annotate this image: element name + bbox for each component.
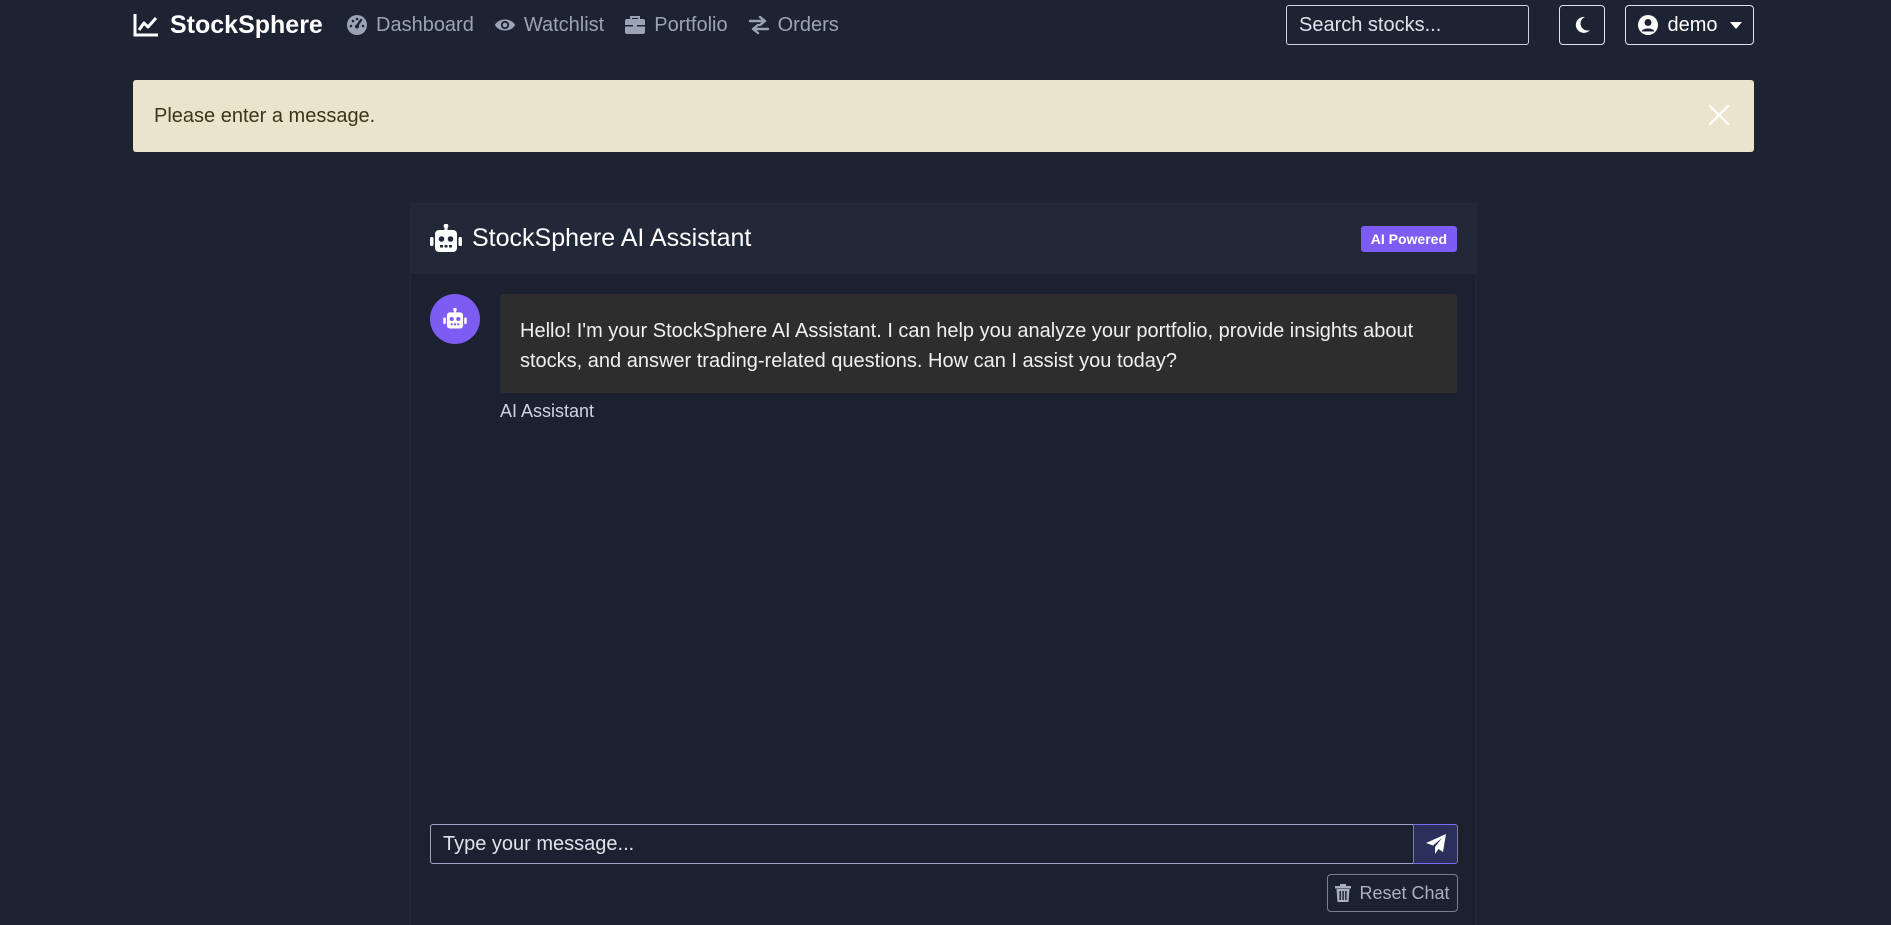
user-circle-icon [1638, 15, 1659, 35]
navbar: StockSphere Dashboard Watchlist Portfoli… [0, 0, 1891, 50]
robot-icon [430, 223, 462, 252]
close-icon[interactable] [1706, 102, 1732, 128]
nav-portfolio[interactable]: Portfolio [624, 13, 728, 37]
nav-orders[interactable]: Orders [748, 14, 839, 37]
chat-header: StockSphere AI Assistant AI Powered [411, 203, 1477, 274]
assistant-message-bubble: Hello! I'm your StockSphere AI Assistant… [500, 294, 1457, 393]
user-name: demo [1667, 13, 1718, 36]
reset-chat-label: Reset Chat [1359, 882, 1450, 903]
robot-icon [443, 308, 467, 329]
assistant-avatar [430, 294, 480, 344]
chat-card: StockSphere AI Assistant AI Powered Hell… [410, 203, 1477, 925]
theme-toggle-button[interactable] [1559, 5, 1605, 45]
briefcase-icon [625, 16, 646, 34]
chat-title: StockSphere AI Assistant [472, 224, 752, 252]
exchange-arrows-icon [748, 15, 769, 35]
warning-alert: Please enter a message. [133, 80, 1754, 152]
search-input[interactable] [1286, 5, 1529, 45]
user-menu-button[interactable]: demo [1625, 5, 1754, 45]
moon-icon [1575, 16, 1590, 33]
nav-links: Dashboard Watchlist Portfolio Orders [346, 10, 839, 40]
brand-link[interactable]: StockSphere [132, 10, 323, 40]
brand-name: StockSphere [170, 10, 323, 39]
message-input[interactable] [430, 824, 1413, 864]
nav-dashboard-label: Dashboard [376, 13, 474, 36]
nav-watchlist[interactable]: Watchlist [494, 14, 604, 37]
chart-line-icon [133, 14, 158, 37]
message-sender: AI Assistant [500, 401, 595, 421]
paper-plane-icon [1425, 834, 1446, 854]
send-button[interactable] [1413, 824, 1458, 864]
nav-portfolio-label: Portfolio [654, 13, 728, 36]
trash-icon [1335, 884, 1352, 902]
reset-chat-button[interactable]: Reset Chat [1327, 874, 1458, 912]
eye-icon [494, 19, 515, 31]
alert-message: Please enter a message. [154, 104, 376, 127]
message-input-group [430, 824, 1458, 864]
nav-watchlist-label: Watchlist [523, 13, 605, 36]
nav-dashboard[interactable]: Dashboard [346, 14, 474, 37]
nav-orders-label: Orders [777, 13, 839, 36]
ai-powered-badge: AI Powered [1360, 226, 1457, 252]
chevron-down-icon [1729, 21, 1742, 29]
gauge-icon [347, 15, 367, 35]
